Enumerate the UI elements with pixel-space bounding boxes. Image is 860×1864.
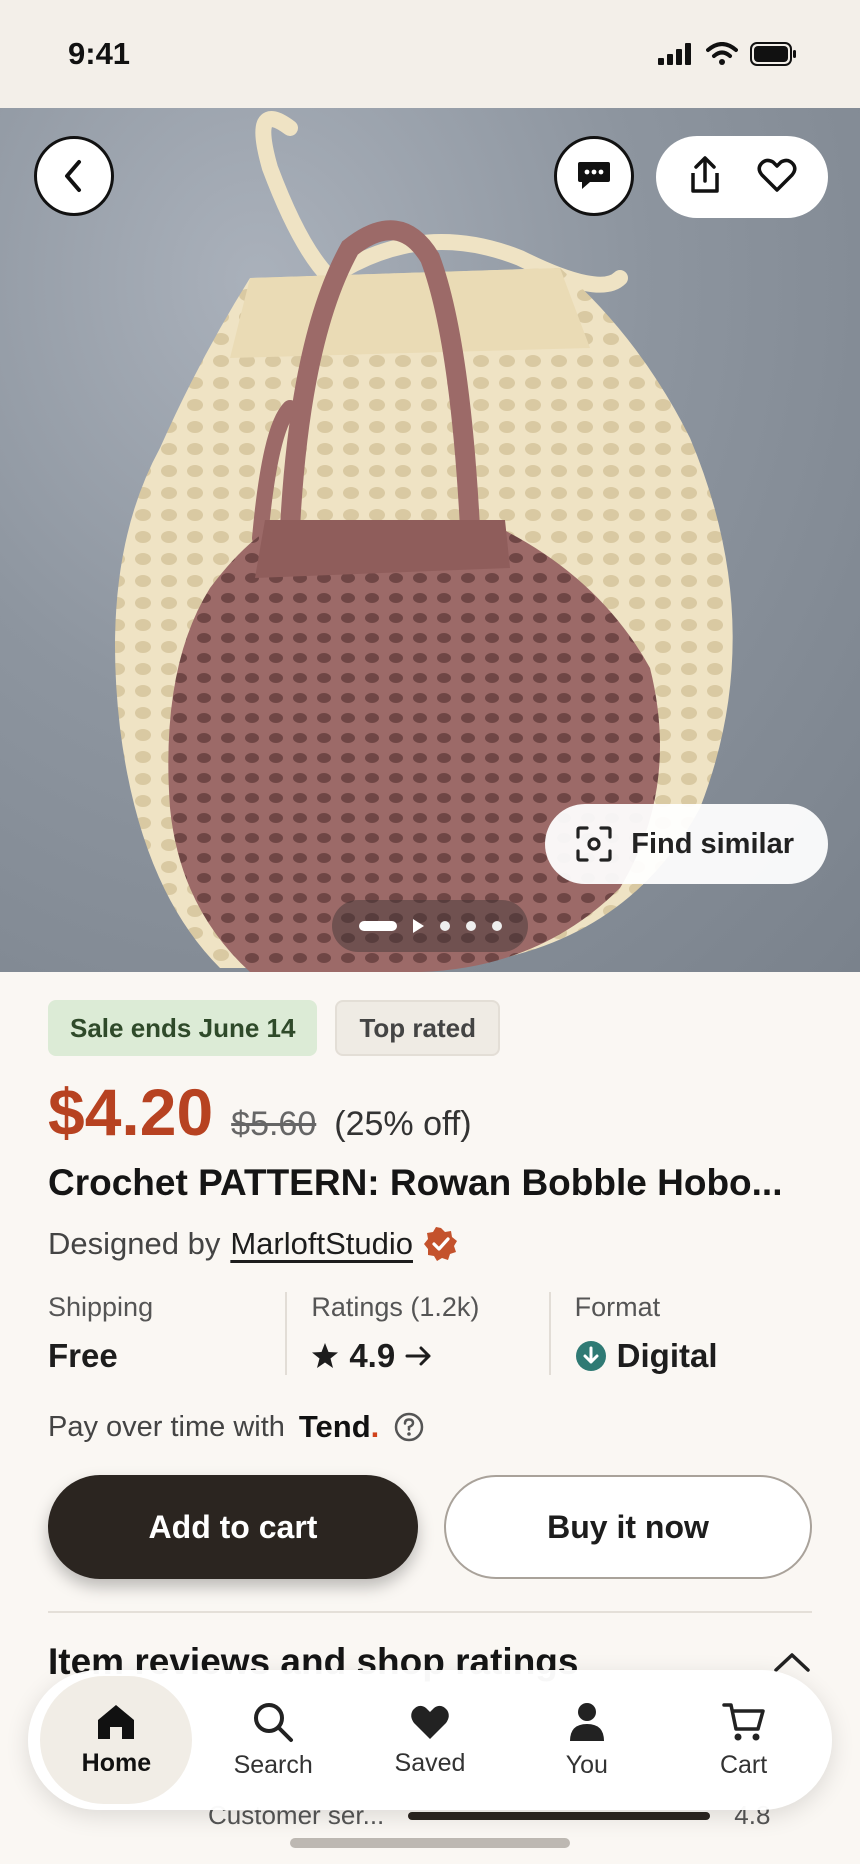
message-button[interactable] — [554, 136, 634, 216]
chevron-up-icon[interactable] — [772, 1650, 812, 1674]
ratings-stat[interactable]: Ratings (1.2k) 4.9 — [285, 1292, 548, 1375]
share-icon — [691, 155, 719, 193]
chat-bubble-icon — [578, 162, 610, 189]
bottom-tab-bar: Home Search Saved You Cart — [28, 1670, 832, 1810]
tab-home[interactable]: Home — [40, 1676, 193, 1804]
share-button[interactable] — [687, 155, 723, 200]
format-value: Digital — [616, 1337, 718, 1374]
designer-row: Designed by MarloftStudio — [48, 1226, 812, 1262]
tab-label: You — [565, 1750, 608, 1779]
product-image[interactable]: Find similar — [0, 108, 860, 972]
pay-prefix: Pay over time with — [48, 1410, 285, 1443]
tend-dot: . — [370, 1409, 380, 1444]
tab-cart[interactable]: Cart — [668, 1676, 820, 1804]
ratings-label: Ratings (1.2k) — [311, 1292, 480, 1322]
designer-prefix: Designed by — [48, 1226, 221, 1261]
tab-label: Cart — [719, 1750, 768, 1779]
status-bar: 9:41 — [0, 0, 860, 108]
product-title[interactable]: Crochet PATTERN: Rowan Bobble Hobo... — [48, 1162, 812, 1204]
stats-row: Shipping Free Ratings (1.2k) 4.9 Format — [48, 1292, 812, 1375]
scan-icon — [576, 826, 612, 862]
add-to-cart-button[interactable]: Add to cart — [48, 1475, 418, 1579]
ratings-value: 4.9 — [349, 1337, 396, 1374]
arrow-right-icon — [405, 1346, 431, 1366]
original-price: $5.60 — [231, 1105, 317, 1143]
home-icon — [98, 1704, 135, 1739]
tab-label: Home — [81, 1748, 152, 1777]
shop-link[interactable]: MarloftStudio — [230, 1226, 413, 1262]
shipping-value: Free — [48, 1337, 118, 1374]
status-icons — [658, 42, 798, 66]
shipping-label: Shipping — [48, 1292, 154, 1322]
wifi-icon — [706, 42, 738, 65]
download-icon — [575, 1341, 606, 1371]
carousel-dot-active[interactable] — [358, 921, 397, 931]
status-time: 9:41 — [68, 36, 131, 71]
action-pill — [656, 136, 828, 218]
badge-row: Sale ends June 14 Top rated — [48, 1000, 812, 1056]
product-details: Sale ends June 14 Top rated $4.20 $5.60 … — [0, 972, 860, 1683]
shipping-stat: Shipping Free — [48, 1292, 285, 1375]
format-stat: Format Digital — [548, 1292, 812, 1375]
play-icon[interactable] — [412, 919, 424, 933]
signal-icon — [658, 43, 691, 65]
tend-logo: Tend. — [299, 1409, 379, 1445]
back-button[interactable] — [34, 136, 114, 216]
home-indicator[interactable] — [290, 1838, 570, 1848]
tab-saved[interactable]: Saved — [354, 1676, 506, 1804]
search-icon — [254, 1702, 294, 1742]
price-row: $4.20 $5.60 (25% off) — [48, 1074, 812, 1150]
person-icon — [569, 1702, 604, 1741]
help-icon[interactable] — [393, 1411, 425, 1443]
cta-row: Add to cart Buy it now — [48, 1475, 812, 1579]
tab-label: Search — [233, 1750, 313, 1779]
rating-breakdown-bar — [408, 1811, 711, 1820]
carousel-dot[interactable] — [465, 921, 476, 931]
heart-icon — [411, 1705, 449, 1739]
find-similar-label: Find similar — [631, 827, 794, 860]
star-icon — [312, 1343, 339, 1368]
tab-search[interactable]: Search — [197, 1676, 349, 1804]
shipping-value-row: Free — [48, 1337, 285, 1375]
favorite-button[interactable] — [757, 157, 797, 198]
pay-over-time-row[interactable]: Pay over time with Tend. — [48, 1409, 812, 1445]
tend-brand: Tend — [298, 1409, 371, 1444]
top-rated-badge: Top rated — [335, 1000, 500, 1056]
find-similar-button[interactable]: Find similar — [545, 804, 828, 884]
battery-icon — [750, 42, 796, 66]
carousel-dot[interactable] — [491, 921, 502, 931]
tab-label: Saved — [394, 1748, 466, 1777]
format-value-row: Digital — [575, 1337, 812, 1375]
ratings-value-row[interactable]: 4.9 — [311, 1337, 548, 1375]
tab-you[interactable]: You — [511, 1676, 663, 1804]
verified-badge-icon — [423, 1227, 457, 1261]
sale-badge: Sale ends June 14 — [48, 1000, 318, 1056]
divider — [48, 1611, 812, 1613]
carousel-dot[interactable] — [439, 921, 450, 931]
carousel-indicator[interactable] — [332, 900, 528, 952]
heart-outline-icon — [757, 158, 797, 192]
buy-now-button[interactable]: Buy it now — [444, 1475, 812, 1579]
current-price: $4.20 — [48, 1075, 214, 1149]
discount-label: (25% off) — [334, 1105, 472, 1143]
cart-icon — [721, 1702, 765, 1740]
chevron-left-icon — [65, 160, 81, 192]
format-label: Format — [574, 1292, 661, 1322]
